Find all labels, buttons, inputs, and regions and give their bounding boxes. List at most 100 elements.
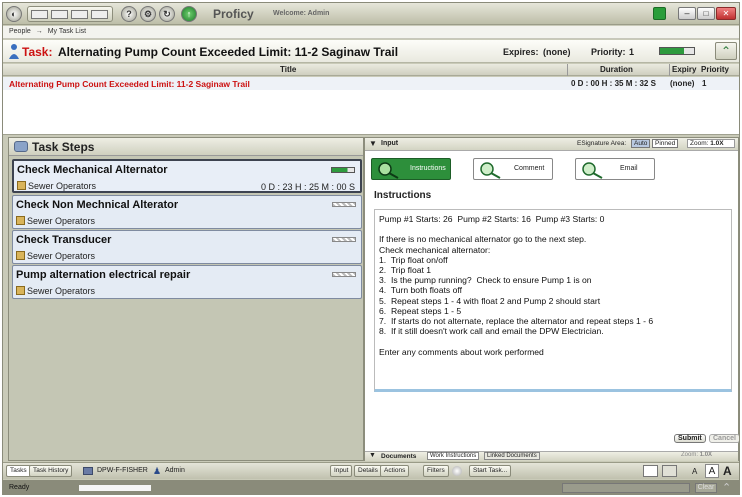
breadcrumb: People → My Task List — [3, 26, 739, 39]
step-duration: 0 D : 23 H : 25 M : 00 S — [260, 182, 355, 192]
input-header: ▼ Input ESignature Area: Auto Pinned Zoo… — [365, 138, 738, 151]
comment-card[interactable]: Comment — [473, 158, 553, 180]
app-window: ◐ ? ⚙ ↻ ↑ Proficy Welcome: Admin – □ ✕ P… — [2, 2, 740, 495]
user-icon: ♟ — [153, 466, 162, 476]
collapse-icon[interactable]: ▼ — [369, 452, 376, 459]
layout-grid-icon[interactable] — [662, 465, 677, 477]
column-title[interactable]: Title — [280, 64, 296, 75]
step-progress-bar — [331, 167, 355, 173]
task-progress-bar — [659, 47, 695, 55]
section-title: Instructions — [374, 190, 432, 201]
close-button[interactable]: ✕ — [716, 7, 736, 20]
layout-switcher[interactable] — [27, 6, 113, 22]
esig-auto-toggle[interactable]: Auto — [631, 139, 651, 148]
filter-status-icon — [452, 466, 462, 476]
row-priority: 1 — [702, 79, 707, 88]
task-title: Alternating Pump Count Exceeded Limit: 1… — [58, 45, 399, 59]
instructions-text[interactable]: Pump #1 Starts: 26 Pump #2 Starts: 16 Pu… — [374, 209, 732, 392]
welcome-text: Welcome: Admin — [273, 10, 330, 17]
layout-icon[interactable] — [91, 10, 108, 19]
font-small-button[interactable]: A — [692, 467, 697, 476]
layout-icon[interactable] — [31, 10, 48, 19]
task-header: Task: Alternating Pump Count Exceeded Li… — [3, 40, 739, 63]
step-group: Sewer Operators — [16, 286, 95, 296]
filters-button[interactable]: Filters — [423, 465, 449, 477]
task-label: Task: — [22, 45, 53, 59]
step-name: Check Non Mechnical Alterator — [16, 199, 179, 211]
documents-title: Documents — [381, 453, 417, 460]
submit-button[interactable]: Submit — [674, 434, 706, 443]
step-group: Sewer Operators — [16, 251, 95, 261]
refresh-icon[interactable]: ↻ — [159, 6, 175, 22]
expires-label: Expires: — [503, 47, 539, 57]
cancel-button[interactable]: Cancel — [709, 434, 739, 443]
collapse-icon[interactable]: ▼ — [369, 139, 377, 148]
user-group-label: DPW-F-FISHER — [97, 467, 148, 474]
step-item[interactable]: Check Non Mechnical Alterator Sewer Oper… — [12, 195, 362, 229]
status-text: Ready — [9, 484, 30, 491]
status-bar: Ready Clear ⌃ — [3, 480, 739, 494]
maximize-button[interactable]: □ — [697, 7, 715, 20]
layout-icon[interactable] — [71, 10, 88, 19]
collapse-up-icon[interactable]: ⌃ — [715, 42, 737, 60]
step-item[interactable]: Check Mechanical Alternator Sewer Operat… — [12, 159, 362, 193]
task-steps-header: Task Steps — [9, 138, 363, 156]
tab-task-history[interactable]: Task History — [29, 465, 73, 477]
app-menu-icon[interactable]: ◐ — [6, 6, 22, 22]
font-medium-button[interactable]: A — [705, 464, 719, 478]
column-priority[interactable]: Priority — [701, 64, 729, 75]
step-group: Sewer Operators — [16, 216, 95, 226]
magnifier-icon — [582, 162, 603, 179]
upload-icon[interactable]: ↑ — [181, 6, 197, 22]
font-large-button[interactable]: A — [723, 464, 732, 478]
priority-label: Priority: — [591, 47, 626, 57]
step-progress-bar — [332, 237, 356, 242]
breadcrumb-root[interactable]: People — [9, 28, 31, 35]
step-progress-bar — [332, 202, 356, 207]
input-title: Input — [381, 140, 399, 147]
step-group-label: Sewer Operators — [28, 181, 97, 191]
step-group-label: Sewer Operators — [27, 286, 96, 296]
zoom-value: 1.0X — [710, 140, 724, 147]
breadcrumb-current[interactable]: My Task List — [48, 28, 86, 35]
tab-tasks[interactable]: Tasks — [6, 465, 31, 477]
clear-button[interactable]: Clear — [695, 483, 717, 493]
step-item[interactable]: Check Transducer Sewer Operators — [12, 230, 362, 264]
instructions-card-label: Instructions — [410, 165, 446, 172]
app-name: Proficy — [213, 7, 254, 21]
start-task-button[interactable]: Start Task... — [469, 465, 512, 477]
minimize-button[interactable]: – — [678, 7, 696, 20]
step-name: Check Mechanical Alternator — [17, 164, 168, 176]
expand-up-icon[interactable]: ⌃ — [722, 481, 731, 494]
layout-icon[interactable] — [51, 10, 68, 19]
column-expiry[interactable]: Expiry — [669, 64, 696, 76]
steps-icon — [14, 141, 28, 152]
details-button[interactable]: Details — [354, 465, 382, 477]
zoom-label: Zoom: — [690, 140, 709, 147]
magnifier-icon — [480, 162, 501, 179]
instructions-card[interactable]: Instructions — [371, 158, 451, 180]
zoom-control[interactable]: Zoom: 1.0X — [687, 139, 735, 148]
settings-icon[interactable]: ⚙ — [140, 6, 156, 22]
user-group-icon — [83, 467, 93, 475]
layout-list-icon[interactable] — [643, 465, 658, 477]
doc-zoom-value: 1.0X — [699, 452, 713, 458]
step-group-label: Sewer Operators — [27, 216, 96, 226]
tab-linked-documents[interactable]: Linked Documents — [484, 452, 540, 460]
column-duration[interactable]: Duration — [567, 64, 669, 76]
actions-button[interactable]: Actions — [380, 465, 410, 477]
email-card-label: Email — [620, 165, 638, 172]
status-search-field[interactable] — [562, 483, 690, 493]
tab-work-instructions[interactable]: Work Instructions — [427, 452, 480, 460]
group-icon — [16, 251, 25, 260]
email-card[interactable]: Email — [575, 158, 655, 180]
input-button[interactable]: Input — [330, 465, 353, 477]
step-name: Check Transducer — [16, 234, 112, 246]
step-item[interactable]: Pump alternation electrical repair Sewer… — [12, 265, 362, 299]
esig-pinned-toggle[interactable]: Pinned — [652, 139, 679, 148]
table-row[interactable]: Alternating Pump Count Exceeded Limit: 1… — [3, 77, 739, 90]
esig-label: ESignature Area: — [577, 140, 627, 147]
documents-zoom[interactable]: Zoom: 1.0X — [681, 452, 731, 458]
status-light-icon — [653, 7, 666, 20]
help-icon[interactable]: ? — [121, 6, 137, 22]
